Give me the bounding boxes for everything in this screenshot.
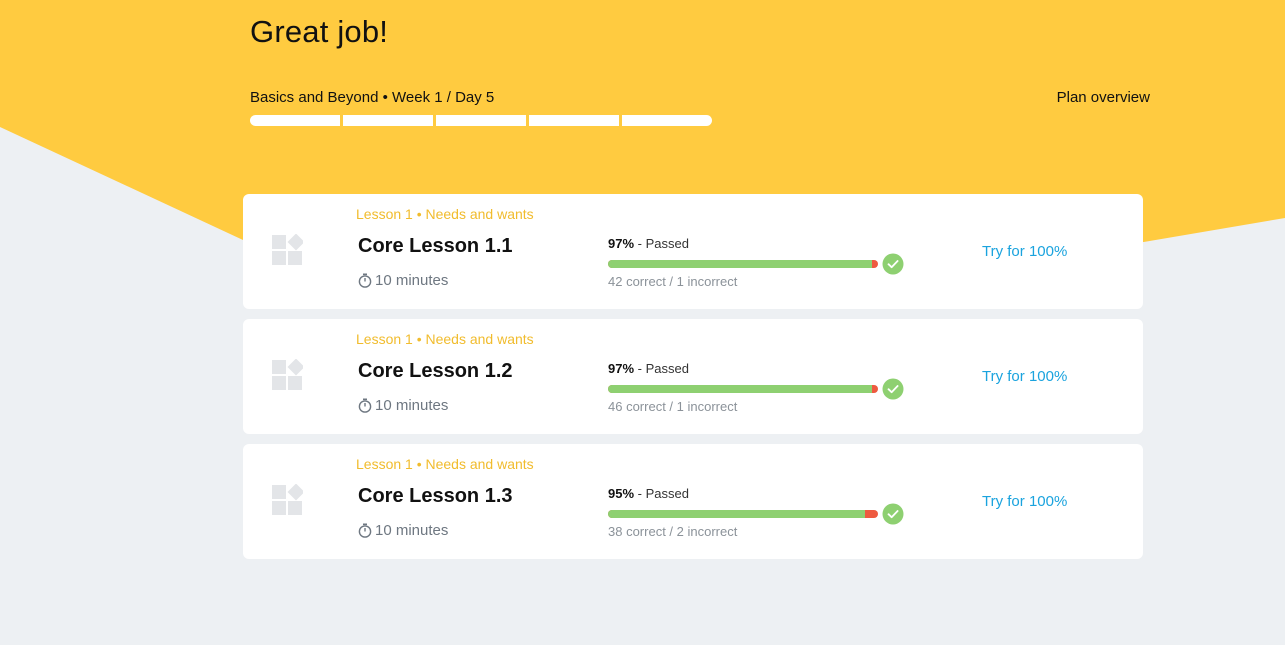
score-percent: 97% bbox=[608, 361, 635, 376]
plan-label: Basics and Beyond • Week 1 / Day 5 bbox=[250, 89, 495, 106]
stopwatch-icon bbox=[358, 398, 372, 413]
progress-segment bbox=[529, 115, 619, 126]
score-percent: 97% bbox=[608, 236, 635, 251]
answer-counts: 42 correct / 1 incorrect bbox=[608, 274, 738, 289]
plan-overview-link[interactable]: Plan overview bbox=[1057, 89, 1150, 106]
check-circle-icon bbox=[882, 503, 904, 525]
progress-segment bbox=[250, 115, 340, 126]
lesson-card[interactable]: Lesson 1 • Needs and wants Core Lesson 1… bbox=[243, 444, 1143, 559]
score-bar bbox=[608, 510, 878, 518]
score-status: - Passed bbox=[634, 361, 689, 376]
score-bar bbox=[608, 385, 878, 393]
lesson-card[interactable]: Lesson 1 • Needs and wants Core Lesson 1… bbox=[243, 194, 1143, 309]
page-title: Great job! bbox=[250, 14, 389, 49]
score-status: - Passed bbox=[634, 236, 689, 251]
lesson-duration: 10 minutes bbox=[358, 397, 448, 414]
progress-segment bbox=[622, 115, 712, 126]
score-line: 97% - Passed bbox=[608, 361, 689, 376]
lesson-tag: Lesson 1 • Needs and wants bbox=[356, 456, 534, 472]
lesson-name: Core Lesson 1.1 bbox=[358, 235, 513, 257]
plan-progress-bar bbox=[250, 115, 712, 126]
check-circle-icon bbox=[882, 253, 904, 275]
lesson-name: Core Lesson 1.3 bbox=[358, 485, 513, 507]
stopwatch-icon bbox=[358, 523, 372, 538]
score-bar-correct bbox=[608, 260, 872, 268]
answer-counts: 38 correct / 2 incorrect bbox=[608, 524, 738, 539]
check-circle-icon bbox=[882, 378, 904, 400]
stopwatch-icon bbox=[358, 273, 372, 288]
duration-text: 10 minutes bbox=[375, 522, 449, 539]
try-for-100-link[interactable]: Try for 100% bbox=[982, 493, 1067, 510]
shapes-icon bbox=[272, 484, 303, 515]
shapes-icon bbox=[272, 234, 303, 265]
lesson-duration: 10 minutes bbox=[358, 522, 448, 539]
score-line: 95% - Passed bbox=[608, 486, 689, 501]
lesson-duration: 10 minutes bbox=[358, 272, 448, 289]
score-status: - Passed bbox=[634, 486, 689, 501]
score-bar bbox=[608, 260, 878, 268]
score-bar-correct bbox=[608, 385, 873, 393]
lesson-card[interactable]: Lesson 1 • Needs and wants Core Lesson 1… bbox=[243, 319, 1143, 434]
progress-segment bbox=[343, 115, 433, 126]
try-for-100-link[interactable]: Try for 100% bbox=[982, 368, 1067, 385]
duration-text: 10 minutes bbox=[375, 397, 449, 414]
progress-segment bbox=[436, 115, 526, 126]
lesson-tag: Lesson 1 • Needs and wants bbox=[356, 331, 534, 347]
score-bar-correct bbox=[608, 510, 865, 518]
try-for-100-link[interactable]: Try for 100% bbox=[982, 243, 1067, 260]
score-line: 97% - Passed bbox=[608, 236, 689, 251]
score-percent: 95% bbox=[608, 486, 635, 501]
lesson-name: Core Lesson 1.2 bbox=[358, 360, 513, 382]
duration-text: 10 minutes bbox=[375, 272, 449, 289]
lesson-tag: Lesson 1 • Needs and wants bbox=[356, 206, 534, 222]
answer-counts: 46 correct / 1 incorrect bbox=[608, 399, 738, 414]
shapes-icon bbox=[272, 359, 303, 390]
